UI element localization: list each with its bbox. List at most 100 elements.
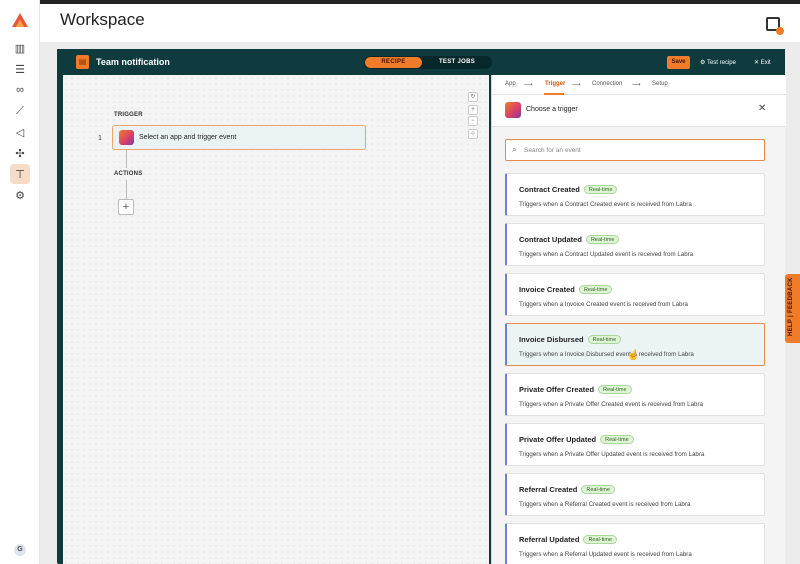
handshake-icon[interactable]: ∞ bbox=[10, 80, 30, 100]
event-description: Triggers when a Invoice Disbursed event … bbox=[519, 351, 694, 358]
page-header: Workspace bbox=[40, 0, 800, 42]
megaphone-icon[interactable]: ◁ bbox=[10, 122, 30, 142]
close-icon: ✕ bbox=[754, 60, 761, 66]
analytics-icon[interactable]: ⟋ bbox=[10, 101, 30, 121]
search-icon: ⌕ bbox=[512, 145, 517, 154]
crumb-trigger[interactable]: Trigger bbox=[545, 81, 565, 87]
event-description: Triggers when a Contract Updated event i… bbox=[519, 251, 694, 258]
real-time-badge: Real-time bbox=[578, 285, 613, 294]
arrow-right-icon: ⟶ bbox=[632, 82, 641, 88]
panel-header: Choose a trigger ✕ bbox=[492, 95, 786, 127]
event-item[interactable]: Contract Created Real-time Triggers when … bbox=[505, 173, 765, 216]
event-title-row: Contract Created Real-time bbox=[519, 185, 618, 194]
event-title-row: Referral Updated Real-time bbox=[519, 535, 617, 544]
connector-line bbox=[126, 180, 127, 199]
page-title: Workspace bbox=[60, 10, 145, 29]
trigger-section-label: TRIGGER bbox=[114, 112, 143, 118]
event-item[interactable]: Contract Updated Real-time Triggers when … bbox=[505, 223, 765, 266]
event-description: Triggers when a Invoice Created event is… bbox=[519, 301, 688, 308]
crumb-app[interactable]: App bbox=[505, 81, 516, 87]
event-description: Triggers when a Referral Created event i… bbox=[519, 501, 691, 508]
event-name: Contract Created bbox=[519, 185, 580, 194]
labra-logo[interactable] bbox=[11, 12, 29, 28]
event-description: Triggers when a Contract Created event i… bbox=[519, 201, 692, 208]
fit-view-icon[interactable]: ⊹ bbox=[468, 129, 478, 139]
close-panel-icon[interactable]: ✕ bbox=[758, 103, 766, 114]
real-time-badge: Real-time bbox=[583, 185, 618, 194]
event-name: Referral Updated bbox=[519, 535, 580, 544]
step-breadcrumb: App ⟶ Trigger ⟶ Connection ⟶ Setup bbox=[492, 75, 786, 95]
event-name: Invoice Disbursed bbox=[519, 335, 584, 344]
arrow-right-icon: ⟶ bbox=[572, 82, 581, 88]
user-avatar[interactable]: G bbox=[14, 544, 26, 556]
help-feedback-label: HELP | FEEDBACK bbox=[788, 277, 794, 336]
dashboard-icon[interactable]: ▥ bbox=[10, 38, 30, 58]
recipe-toolbar: ▤ Team notification RECIPE TEST JOBS Sav… bbox=[57, 49, 785, 75]
tab-recipe[interactable]: RECIPE bbox=[365, 57, 422, 68]
event-name: Private Offer Created bbox=[519, 385, 595, 394]
recipe-tab-switch: RECIPE TEST JOBS bbox=[364, 56, 492, 69]
zoom-out-icon[interactable]: − bbox=[468, 116, 478, 126]
recipe-icon: ▤ bbox=[76, 55, 89, 69]
event-name: Invoice Created bbox=[519, 285, 575, 294]
real-time-badge: Real-time bbox=[583, 535, 617, 544]
real-time-badge: Real-time bbox=[581, 485, 615, 494]
event-item[interactable]: Referral Updated Real-time Triggers when … bbox=[505, 523, 765, 564]
step-number: 1 bbox=[98, 135, 102, 142]
recipe-canvas[interactable]: TRIGGER 1 Select an app and trigger even… bbox=[63, 75, 489, 564]
event-name: Contract Updated bbox=[519, 235, 582, 244]
tab-test-jobs[interactable]: TEST JOBS bbox=[426, 56, 488, 69]
crumb-setup[interactable]: Setup bbox=[652, 81, 668, 87]
labra-app-icon bbox=[119, 130, 134, 145]
event-title-row: Contract Updated Real-time bbox=[519, 235, 620, 244]
hand-cursor-icon: ☝ bbox=[627, 350, 640, 361]
save-button[interactable]: Save bbox=[667, 56, 690, 69]
panel-title: Choose a trigger bbox=[526, 106, 578, 113]
real-time-badge: Real-time bbox=[600, 435, 634, 444]
reset-view-icon[interactable]: ↻ bbox=[468, 92, 478, 102]
real-time-badge: Real-time bbox=[585, 235, 620, 244]
event-item[interactable]: Invoice Created Real-time Triggers when a… bbox=[505, 273, 765, 316]
test-recipe-button[interactable]: ⚙ Test recipe bbox=[700, 59, 736, 66]
exit-label: Exit bbox=[760, 60, 771, 66]
event-item[interactable]: Referral Created Real-time Triggers when … bbox=[505, 473, 765, 516]
event-name: Private Offer Updated bbox=[519, 435, 597, 444]
event-title-row: Private Offer Created Real-time bbox=[519, 385, 632, 394]
settings-icon[interactable]: ⚙ bbox=[10, 185, 30, 205]
help-feedback-tab[interactable]: HELP | FEEDBACK bbox=[785, 274, 800, 343]
event-title-row: Private Offer Updated Real-time bbox=[519, 435, 634, 444]
real-time-badge: Real-time bbox=[598, 385, 632, 394]
trigger-step-card[interactable]: Select an app and trigger event bbox=[112, 125, 366, 150]
event-title-row: Invoice Created Real-time bbox=[519, 285, 613, 294]
event-title-row: Invoice Disbursed Real-time bbox=[519, 335, 622, 344]
event-name: Referral Created bbox=[519, 485, 578, 494]
actions-section-label: ACTIONS bbox=[114, 171, 143, 177]
event-title-row: Referral Created Real-time bbox=[519, 485, 615, 494]
zoom-in-icon[interactable]: + bbox=[468, 105, 478, 115]
add-step-button[interactable]: + bbox=[118, 199, 134, 215]
arrow-right-icon: ⟶ bbox=[524, 82, 533, 88]
event-item[interactable]: Private Offer Created Real-time Triggers … bbox=[505, 373, 765, 416]
event-search-input[interactable] bbox=[524, 144, 754, 156]
trigger-step-text: Select an app and trigger event bbox=[139, 134, 237, 141]
trigger-panel: App ⟶ Trigger ⟶ Connection ⟶ Setup Choos… bbox=[491, 75, 786, 564]
puzzle-icon[interactable]: ✣ bbox=[10, 143, 30, 163]
recipe-name[interactable]: Team notification bbox=[96, 57, 170, 67]
database-icon[interactable]: ☰ bbox=[10, 59, 30, 79]
event-description: Triggers when a Private Offer Created ev… bbox=[519, 401, 703, 408]
notification-icon[interactable] bbox=[766, 17, 784, 35]
labra-app-icon bbox=[505, 102, 521, 118]
exit-button[interactable]: ✕ Exit bbox=[754, 59, 771, 66]
recipe-editor: ▤ Team notification RECIPE TEST JOBS Sav… bbox=[57, 49, 786, 564]
workflow-icon[interactable]: ⊤ bbox=[10, 164, 30, 184]
event-item[interactable]: Private Offer Updated Real-time Triggers … bbox=[505, 423, 765, 466]
event-item-selected[interactable]: Invoice Disbursed Real-time Triggers when… bbox=[505, 323, 765, 366]
app-sidebar: ▥ ☰ ∞ ⟋ ◁ ✣ ⊤ ⚙ G bbox=[0, 0, 40, 564]
test-recipe-label: Test recipe bbox=[706, 60, 736, 66]
event-description: Triggers when a Referral Updated event i… bbox=[519, 551, 692, 558]
event-search[interactable]: ⌕ bbox=[505, 139, 765, 161]
crumb-connection[interactable]: Connection bbox=[592, 81, 622, 87]
event-description: Triggers when a Private Offer Updated ev… bbox=[519, 451, 705, 458]
notification-dot bbox=[776, 27, 784, 35]
connector-line bbox=[126, 150, 127, 168]
